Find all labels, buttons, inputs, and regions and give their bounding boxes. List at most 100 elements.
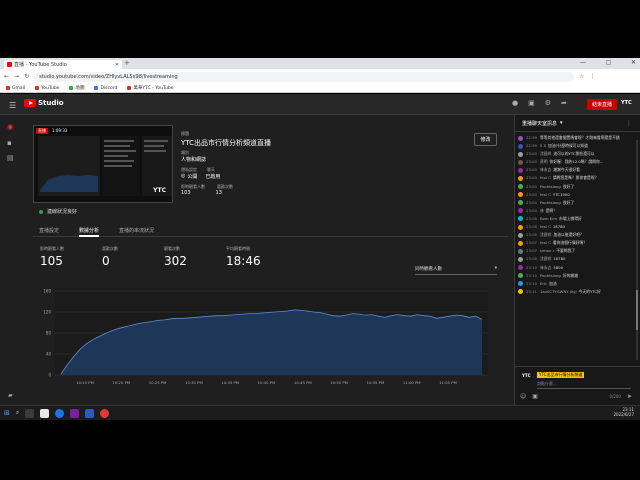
app-icon[interactable] bbox=[100, 408, 110, 418]
end-stream-button[interactable]: 結束直播 bbox=[587, 99, 617, 110]
browser-menu-icon[interactable]: ⋮ bbox=[589, 73, 595, 80]
search-icon[interactable]: ⌕ bbox=[16, 409, 19, 417]
share-icon[interactable]: ➦ bbox=[561, 99, 567, 107]
bookmark-item[interactable]: Gmail bbox=[6, 86, 25, 91]
discord-icon bbox=[94, 86, 99, 90]
money-icon[interactable]: ▣ bbox=[532, 393, 538, 400]
chat-message-body: Poohtsiang 很好了 bbox=[540, 200, 574, 206]
chat-message: 23:00 feol C 請問您是嗎？那你會是呢？ bbox=[518, 175, 630, 181]
hamburger-menu-icon[interactable]: ☰ bbox=[9, 101, 16, 110]
address-bar[interactable]: studio.youtube.com/video/ZHlyvLAL5x98/li… bbox=[34, 71, 575, 82]
back-icon[interactable]: ← bbox=[4, 73, 9, 80]
channel-avatar[interactable]: YTC bbox=[621, 100, 632, 106]
bookmark-item[interactable]: Discord bbox=[94, 86, 117, 91]
app-icon[interactable] bbox=[85, 408, 95, 418]
chart-y-tick-label: 80 bbox=[46, 331, 52, 336]
chat-scrollbar-thumb[interactable] bbox=[636, 290, 638, 330]
chat-author: feol C bbox=[539, 175, 551, 181]
address-bar-url: studio.youtube.com/video/ZHlyvLAL5x98/li… bbox=[39, 73, 178, 80]
chat-message: 23:10 林永吉 5800 bbox=[518, 264, 630, 270]
close-tab-icon[interactable]: ✕ bbox=[115, 62, 119, 68]
manage-icon[interactable]: ▤ bbox=[7, 154, 14, 162]
more-options-icon[interactable]: ⋮ bbox=[626, 120, 632, 127]
chat-scrollbar[interactable] bbox=[636, 140, 638, 360]
browser-tab-title: 直播 - YouTube Studio bbox=[14, 62, 67, 68]
chat-timestamp: 23:10 bbox=[526, 264, 537, 270]
browser-tab[interactable]: 直播 - YouTube Studio ✕ bbox=[4, 60, 122, 69]
reload-icon[interactable]: ↻ bbox=[24, 73, 29, 80]
tab-stream-health[interactable]: 直播的串流狀況 bbox=[119, 224, 154, 237]
chat-text: 今天的YTC好 bbox=[578, 288, 601, 294]
chat-message-body: Poohtsiang 好的謝謝 bbox=[540, 273, 578, 279]
app-icon[interactable] bbox=[70, 408, 80, 418]
chat-timestamp: 22:59 bbox=[526, 143, 537, 149]
tab-stream-settings[interactable]: 直播設定 bbox=[39, 224, 59, 237]
chat-author: Poohtsiang bbox=[539, 199, 561, 205]
chat-message: 23:00 蔡明 你好喔：我的12.0嗎？請問你... bbox=[518, 159, 630, 165]
chat-message-body: 等等其他還會閒置嗎會呢？才剛來看啊還是不錯 bbox=[540, 135, 620, 141]
chat-timestamp: 23:00 bbox=[526, 191, 537, 197]
edit-button[interactable]: 修改 bbox=[474, 133, 497, 146]
chart-y-tick-label: 0 bbox=[48, 373, 51, 378]
settings-icon[interactable]: ⚙ bbox=[545, 99, 551, 107]
address-row: ← → ↻ studio.youtube.com/video/ZHlyvLAL5… bbox=[0, 69, 640, 84]
tab-analytics[interactable]: 數據分析 bbox=[79, 224, 100, 237]
chat-author: 林永吉 bbox=[539, 167, 552, 173]
feedback-icon[interactable]: ▰ bbox=[8, 392, 13, 399]
app-icon[interactable] bbox=[40, 408, 50, 418]
chat-avatar bbox=[518, 143, 523, 149]
help-circle-icon[interactable]: ● bbox=[512, 99, 518, 107]
bookmark-item[interactable]: 萬華YTC - YouTube bbox=[127, 85, 174, 91]
chrome-icon[interactable] bbox=[55, 408, 65, 418]
chat-input[interactable]: 說點什麼... bbox=[537, 381, 557, 387]
chart-x-tick-label: 10:35 PM bbox=[221, 380, 239, 385]
chat-message-body: 林是啊！ bbox=[540, 208, 557, 214]
chat-timestamp: 23:06 bbox=[526, 215, 537, 221]
chat-author: 沈昌祥 bbox=[539, 256, 552, 262]
chart-x-tick-label: 10:50 PM bbox=[330, 380, 348, 385]
send-icon[interactable]: ➤ bbox=[627, 393, 632, 400]
chart-y-tick-label: 40 bbox=[46, 352, 52, 357]
stream-live-icon[interactable]: ◉ bbox=[7, 123, 13, 131]
forward-icon[interactable]: → bbox=[14, 73, 19, 80]
chat-text: 18780 bbox=[553, 256, 566, 262]
chart-x-tick-label: 11:00 PM bbox=[403, 380, 421, 385]
bookmark-item[interactable]: YouTube bbox=[35, 86, 59, 91]
minimize-icon[interactable]: — bbox=[580, 59, 586, 66]
extensions-icon[interactable]: ☆ bbox=[579, 73, 584, 80]
stream-preview[interactable]: 直播 1:09:33 YTC bbox=[33, 125, 173, 203]
bookmark-item[interactable]: 地圖 bbox=[69, 85, 84, 91]
chat-timestamp: 23:10 bbox=[526, 280, 537, 286]
close-window-icon[interactable]: ✕ bbox=[631, 59, 636, 66]
header-icons: ● ▣ ⚙ ➦ bbox=[512, 99, 567, 107]
maps-icon bbox=[69, 86, 74, 90]
chat-text: 加油 bbox=[549, 280, 557, 286]
new-tab-icon[interactable]: + bbox=[124, 59, 130, 67]
chat-timestamp: 23:04 bbox=[526, 207, 537, 213]
chat-message-body: 沈昌祥 18780 bbox=[540, 256, 565, 262]
chat-message: 23:07 simon r 不要問我了 bbox=[518, 248, 630, 254]
emoji-icon[interactable]: ☺ bbox=[520, 393, 526, 400]
maximize-icon[interactable]: ▢ bbox=[606, 59, 612, 66]
start-icon[interactable]: ⊞ bbox=[4, 409, 10, 417]
chat-author: Eric bbox=[539, 280, 548, 286]
youtube-icon bbox=[35, 86, 40, 90]
chart-y-tick-label: 160 bbox=[43, 289, 51, 294]
metric-concurrent-viewers: 即時觀看人數 105 bbox=[40, 246, 64, 268]
chat-text: 是啊！ bbox=[545, 207, 558, 213]
popout-chat-icon[interactable]: ▣ bbox=[528, 99, 535, 107]
chat-avatar bbox=[518, 248, 523, 254]
task-view-icon[interactable] bbox=[25, 408, 35, 418]
chat-author: 蔡明 bbox=[539, 159, 548, 165]
taskbar-clock[interactable]: 23:11 2022/6/27 bbox=[613, 407, 634, 417]
metric-select[interactable]: 同時觀看人數 ▾ bbox=[415, 266, 497, 275]
webcam-icon[interactable]: ▪ bbox=[7, 139, 12, 147]
chat-avatar bbox=[518, 135, 523, 141]
chart-x-tick-label: 10:30 PM bbox=[185, 380, 203, 385]
studio-logo[interactable]: Studio bbox=[24, 99, 64, 107]
chevron-down-icon[interactable]: ▾ bbox=[560, 120, 563, 126]
chat-avatar bbox=[518, 281, 523, 287]
chat-message: 23:06 Bom Kim 市場上哪得好 bbox=[518, 216, 630, 222]
stream-stat-values: 103 13 bbox=[181, 190, 222, 196]
chat-message: 23:07 feol C 看你這個行情好嗎？ bbox=[518, 240, 630, 246]
